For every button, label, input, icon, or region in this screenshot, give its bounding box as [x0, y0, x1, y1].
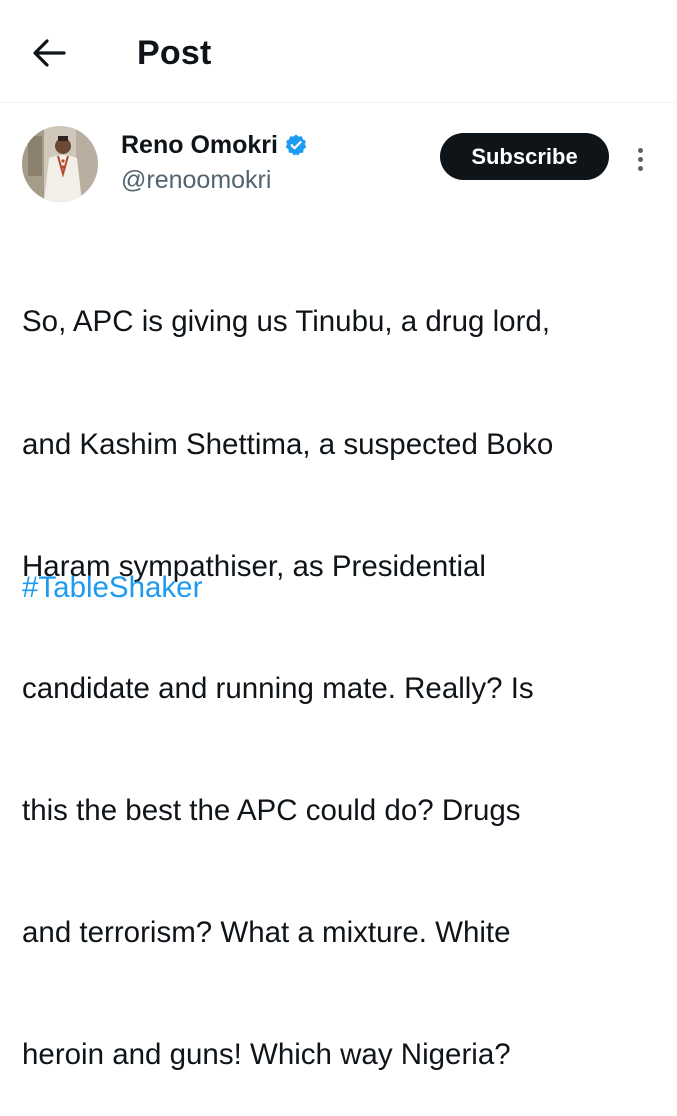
more-dot	[637, 156, 643, 162]
page-title: Post	[137, 34, 212, 72]
verified-badge-icon	[285, 134, 307, 156]
subscribe-button[interactable]: Subscribe	[440, 133, 609, 180]
back-button[interactable]	[26, 30, 72, 76]
more-dot	[637, 165, 643, 171]
author-handle[interactable]: @renoomokri	[121, 163, 271, 197]
post-text-line: heroin and guns! Which way Nigeria?	[22, 1038, 511, 1072]
post-text-line: this the best the APC could do? Drugs	[22, 793, 521, 827]
post-text-line: candidate and running mate. Really? Is	[22, 671, 534, 705]
avatar[interactable]	[22, 126, 98, 202]
more-options-button[interactable]	[627, 141, 653, 177]
post-text-line: and terrorism? What a mixture. White	[22, 915, 511, 949]
post-text: So, APC is giving us Tinubu, a drug lord…	[22, 221, 662, 1116]
post-text-line: and Kashim Shettima, a suspected Boko	[22, 427, 554, 461]
more-vertical-icon	[637, 147, 643, 153]
top-bar: Post	[0, 0, 677, 103]
display-name[interactable]: Reno Omokri	[121, 128, 278, 162]
author-name-row[interactable]: Reno Omokri	[121, 128, 308, 162]
hashtag-link[interactable]: #TableShaker	[22, 568, 202, 608]
arrow-left-icon	[33, 39, 66, 67]
post-text-line: So, APC is giving us Tinubu, a drug lord…	[22, 305, 551, 339]
